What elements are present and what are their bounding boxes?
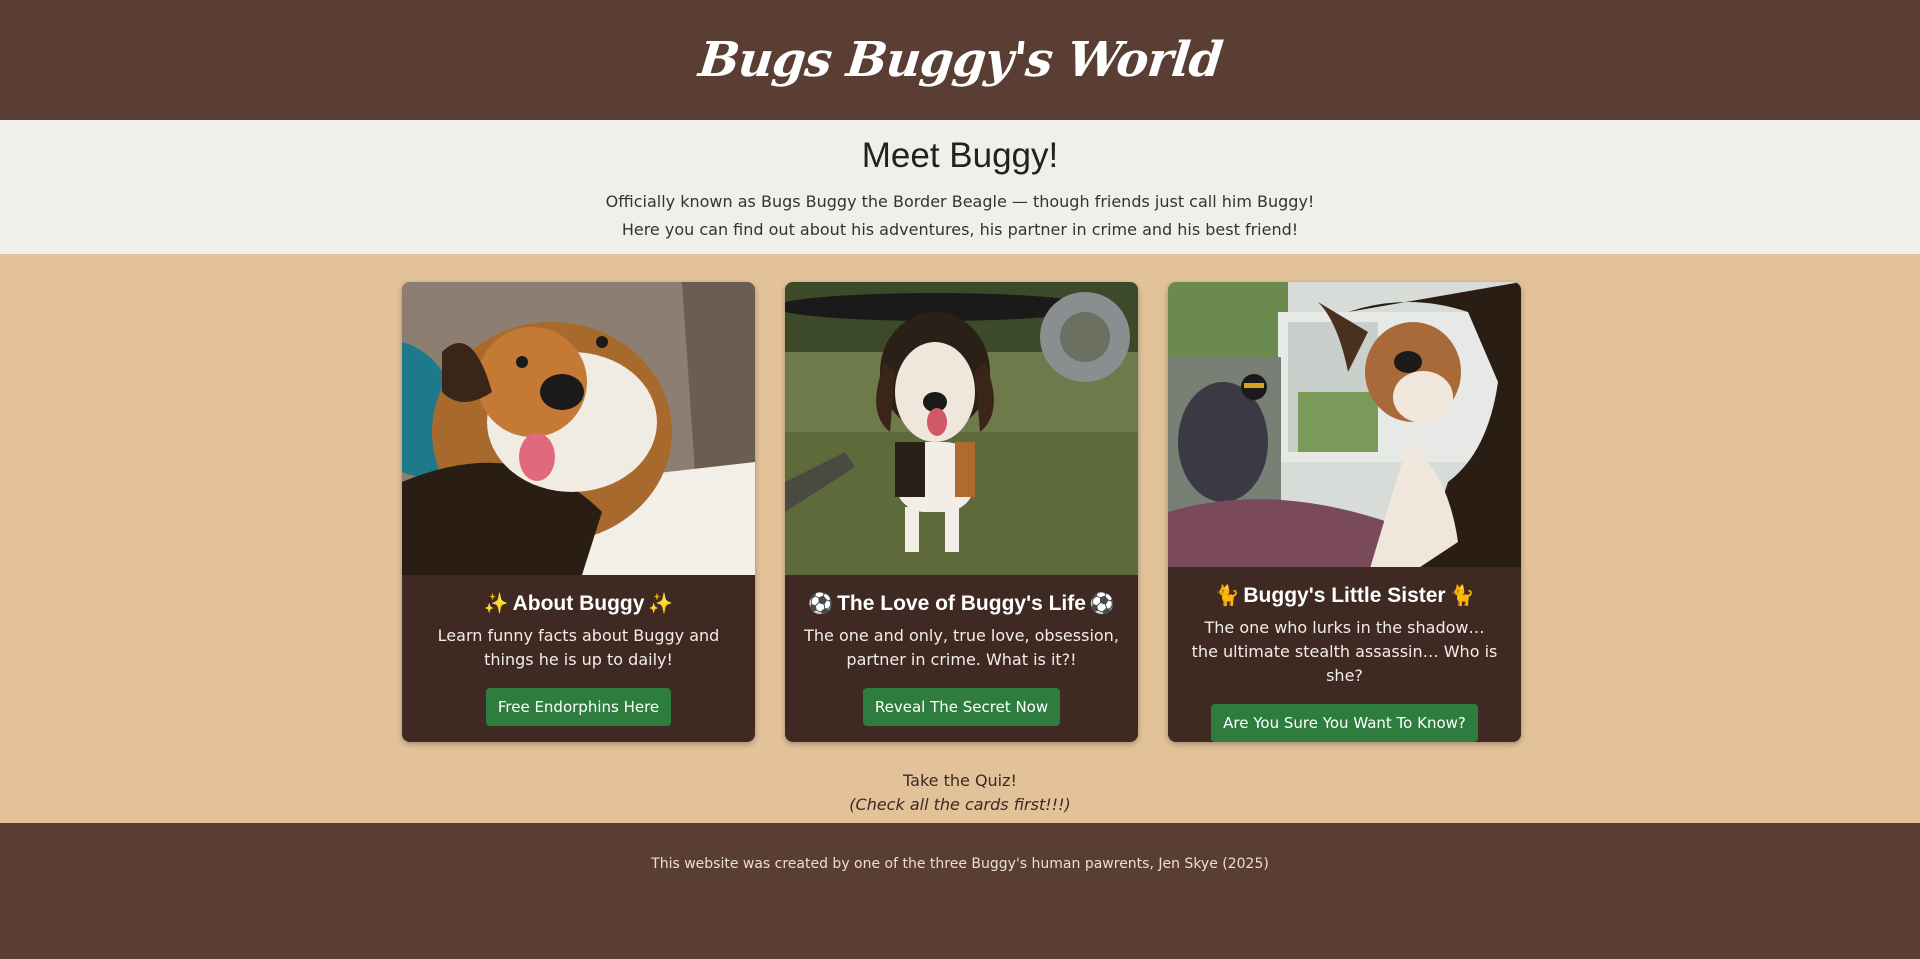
cat-icon: 🐈 xyxy=(1214,585,1240,607)
reveal-secret-button[interactable]: Reveal The Secret Now xyxy=(862,688,1061,726)
footer-credit: This website was created by one of the t… xyxy=(651,856,1269,872)
sparkles-icon: ✨ xyxy=(483,593,509,615)
intro-line-2: Here you can find out about his adventur… xyxy=(621,220,1299,239)
main-content: ✨ About Buggy ✨ Learn funny facts about … xyxy=(0,254,1920,823)
card-body: 🐈 Buggy's Little Sister 🐈 The one who lu… xyxy=(1168,567,1521,742)
photo-buggy-window xyxy=(1168,282,1521,567)
intro-heading: Meet Buggy! xyxy=(861,136,1059,175)
soccer-ball-icon: ⚽ xyxy=(1089,593,1115,615)
card-title-text: About Buggy xyxy=(512,591,645,615)
intro-line-1: Officially known as Bugs Buggy the Borde… xyxy=(605,192,1315,211)
card-title-text: The Love of Buggy's Life xyxy=(837,591,1086,615)
photo-buggy-selfie xyxy=(402,282,755,575)
sparkles-icon: ✨ xyxy=(648,593,674,615)
site-footer: This website was created by one of the t… xyxy=(0,823,1920,959)
card-title: ✨ About Buggy ✨ xyxy=(414,591,743,616)
card-love-of-life: ⚽ The Love of Buggy's Life ⚽ The one and… xyxy=(785,282,1138,742)
soccer-ball-icon: ⚽ xyxy=(808,593,834,615)
card-grid: ✨ About Buggy ✨ Learn funny facts about … xyxy=(402,282,1521,742)
quiz-hint: (Check all the cards first!!!) xyxy=(849,795,1071,814)
take-quiz-link[interactable]: Take the Quiz! xyxy=(0,769,1920,793)
card-title-text: Buggy's Little Sister xyxy=(1243,583,1446,607)
card-body: ✨ About Buggy ✨ Learn funny facts about … xyxy=(402,575,755,742)
card-title: 🐈 Buggy's Little Sister 🐈 xyxy=(1180,583,1509,608)
free-endorphins-button[interactable]: Free Endorphins Here xyxy=(485,688,672,726)
quiz-section: Take the Quiz! (Check all the cards firs… xyxy=(0,769,1920,817)
cat-icon: 🐈 xyxy=(1449,585,1475,607)
card-description: The one who lurks in the shadow… the ult… xyxy=(1191,618,1498,685)
are-you-sure-button[interactable]: Are You Sure You Want To Know? xyxy=(1211,704,1478,742)
card-little-sister: 🐈 Buggy's Little Sister 🐈 The one who lu… xyxy=(1168,282,1521,742)
card-description: Learn funny facts about Buggy and things… xyxy=(437,626,720,669)
site-header: Bugs Buggy's World xyxy=(0,0,1920,120)
card-body: ⚽ The Love of Buggy's Life ⚽ The one and… xyxy=(785,575,1138,742)
card-description: The one and only, true love, obsession, … xyxy=(804,626,1119,669)
card-about-buggy: ✨ About Buggy ✨ Learn funny facts about … xyxy=(402,282,755,742)
photo-buggy-grass xyxy=(785,282,1138,575)
intro-section: Meet Buggy! Officially known as Bugs Bug… xyxy=(0,120,1920,254)
site-title: Bugs Buggy's World xyxy=(695,32,1225,88)
card-title: ⚽ The Love of Buggy's Life ⚽ xyxy=(797,591,1126,616)
